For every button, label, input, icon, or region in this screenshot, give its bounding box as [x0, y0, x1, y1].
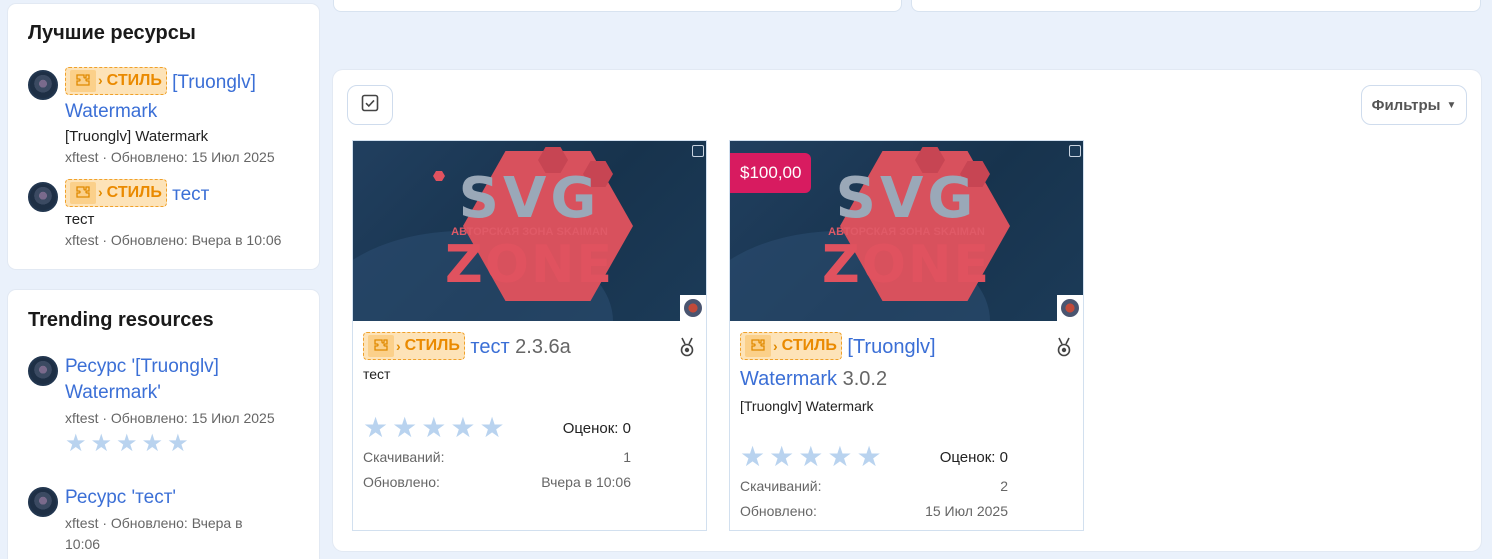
style-badge[interactable]: › СТИЛЬ	[65, 66, 167, 95]
resource-card[interactable]: SVG АВТОРСКАЯ ЗОНА SKAIMAN ZONE $100,00 …	[729, 140, 1084, 531]
avatar[interactable]	[28, 356, 58, 386]
style-badge[interactable]: › СТИЛЬ	[65, 178, 167, 207]
medal-icon	[678, 337, 696, 357]
resource-title-link[interactable]: тест	[470, 336, 509, 358]
rating-stars[interactable]: ★ ★ ★ ★ ★	[740, 443, 882, 471]
filters-label: Фильтры	[1371, 96, 1441, 114]
updated-value: Вчера в 10:06	[541, 474, 631, 490]
select-toggle-button[interactable]	[347, 85, 393, 125]
list-item: › СТИЛЬ тест тест xftest · Обновлено: Вч…	[28, 178, 308, 260]
filters-button[interactable]: Фильтры ▼	[1361, 85, 1467, 125]
updated-label: Обновлено:	[363, 474, 440, 490]
resource-meta: xftest · Обновлено: Вчера в 10:06	[65, 232, 282, 248]
resource-card[interactable]: SVG АВТОРСКАЯ ЗОНА SKAIMAN ZONE › СТИЛЬ …	[352, 140, 707, 531]
rating-count: Оценок: 0	[939, 448, 1008, 466]
price-badge: $100,00	[730, 153, 812, 193]
resource-meta: xftest · Обновлено: Вчера в 10:06	[65, 515, 243, 552]
resource-link[interactable]: Ресурс 'тест'	[65, 487, 176, 508]
star-icon: ★	[827, 441, 853, 472]
caret-down-icon: ▼	[1446, 99, 1457, 111]
list-item: › СТИЛЬ [Truonglv] Watermark [Truonglv] …	[28, 66, 308, 178]
author-avatar[interactable]	[1057, 295, 1083, 321]
star-icon: ★	[90, 430, 113, 457]
updated-row: Обновлено: Вчера в 10:06	[363, 470, 631, 495]
resource-tagline: тест	[65, 211, 95, 228]
avatar[interactable]	[28, 487, 58, 517]
updated-value: 15 Июл 2025	[925, 503, 1008, 519]
list-item: Ресурс 'тест' xftest · Обновлено: Вчера …	[28, 485, 308, 559]
rating-stars: ★ ★ ★ ★ ★	[65, 432, 280, 456]
avatar[interactable]	[28, 70, 58, 100]
downloads-label: Скачиваний:	[363, 449, 445, 465]
downloads-value: 1	[623, 449, 631, 465]
downloads-label: Скачиваний:	[740, 478, 822, 494]
resource-title-link-cont[interactable]: Watermark	[740, 368, 837, 390]
resource-list-panel: Фильтры ▼ SVG АВТОРСКАЯ ЗОНА SKAIMAN ZON…	[333, 70, 1481, 551]
star-icon: ★	[392, 412, 418, 443]
resource-thumbnail[interactable]: SVG АВТОРСКАЯ ЗОНА SKAIMAN ZONE $100,00	[730, 141, 1083, 321]
resource-link[interactable]: Ресурс '[Truonglv] Watermark'	[65, 356, 219, 403]
best-resources-widget: Лучшие ресурсы › СТИЛЬ [Truonglv] Waterm…	[8, 4, 319, 269]
star-icon: ★	[363, 412, 389, 443]
puzzle-icon	[745, 334, 771, 357]
star-icon: ★	[769, 441, 795, 472]
chevron-right-icon: ›	[773, 337, 778, 354]
resource-version: 2.3.6a	[515, 336, 571, 358]
puzzle-icon	[368, 334, 394, 357]
star-icon: ★	[421, 412, 447, 443]
top-card-right	[911, 0, 1481, 12]
star-icon: ★	[856, 441, 882, 472]
resource-tagline: тест	[363, 366, 391, 382]
resource-meta: xftest · Обновлено: 15 Июл 2025	[65, 149, 275, 165]
star-icon: ★	[65, 430, 87, 457]
star-icon: ★	[141, 430, 164, 457]
avatar[interactable]	[28, 182, 58, 212]
badge-label: СТИЛЬ	[404, 336, 460, 354]
resource-thumbnail[interactable]: SVG АВТОРСКАЯ ЗОНА SKAIMAN ZONE	[353, 141, 706, 321]
star-icon: ★	[479, 412, 505, 443]
trending-resources-widget: Trending resources Ресурс '[Truonglv] Wa…	[8, 290, 319, 559]
logo-text-2: ZONE	[822, 235, 991, 295]
star-icon: ★	[740, 441, 766, 472]
widget-title: Trending resources	[28, 309, 214, 331]
resource-tagline: [Truonglv] Watermark	[65, 128, 209, 145]
star-icon: ★	[798, 441, 824, 472]
chevron-right-icon: ›	[396, 337, 401, 354]
downloads-value: 2	[1000, 478, 1008, 494]
style-badge[interactable]: › СТИЛЬ	[363, 331, 465, 360]
select-checkbox[interactable]	[1069, 145, 1081, 157]
resource-tagline: [Truonglv] Watermark	[740, 398, 874, 414]
downloads-row: Скачиваний: 1	[363, 445, 631, 470]
downloads-row: Скачиваний: 2	[740, 474, 1008, 499]
style-badge[interactable]: › СТИЛЬ	[740, 331, 842, 360]
resource-title-link[interactable]: [Truonglv]	[847, 336, 935, 358]
logo-text-2: ZONE	[445, 235, 614, 295]
updated-row: Обновлено: 15 Июл 2025	[740, 499, 1008, 524]
star-icon: ★	[450, 412, 476, 443]
rating-stars[interactable]: ★ ★ ★ ★ ★	[363, 414, 505, 442]
widget-title: Лучшие ресурсы	[28, 22, 196, 44]
star-icon: ★	[116, 430, 138, 457]
resource-link[interactable]: тест	[172, 184, 209, 205]
checkbox-icon	[361, 94, 379, 117]
select-checkbox[interactable]	[692, 145, 704, 157]
star-icon: ★	[167, 430, 189, 457]
list-item: Ресурс '[Truonglv] Watermark' xftest · О…	[28, 354, 308, 484]
badge-label: СТИЛЬ	[106, 184, 162, 202]
puzzle-icon	[70, 69, 96, 92]
resource-meta: xftest · Обновлено: 15 Июл 2025	[65, 410, 275, 426]
puzzle-icon	[70, 181, 96, 204]
rating-count: Оценок: 0	[562, 419, 631, 437]
badge-label: СТИЛЬ	[781, 336, 837, 354]
resource-version: 3.0.2	[842, 368, 888, 390]
updated-label: Обновлено:	[740, 503, 817, 519]
chevron-right-icon: ›	[98, 184, 103, 201]
logo-text: SVG	[458, 166, 601, 231]
medal-icon	[1055, 337, 1073, 357]
top-card-left	[333, 0, 902, 12]
chevron-right-icon: ›	[98, 72, 103, 89]
badge-label: СТИЛЬ	[106, 72, 162, 90]
author-avatar[interactable]	[680, 295, 706, 321]
